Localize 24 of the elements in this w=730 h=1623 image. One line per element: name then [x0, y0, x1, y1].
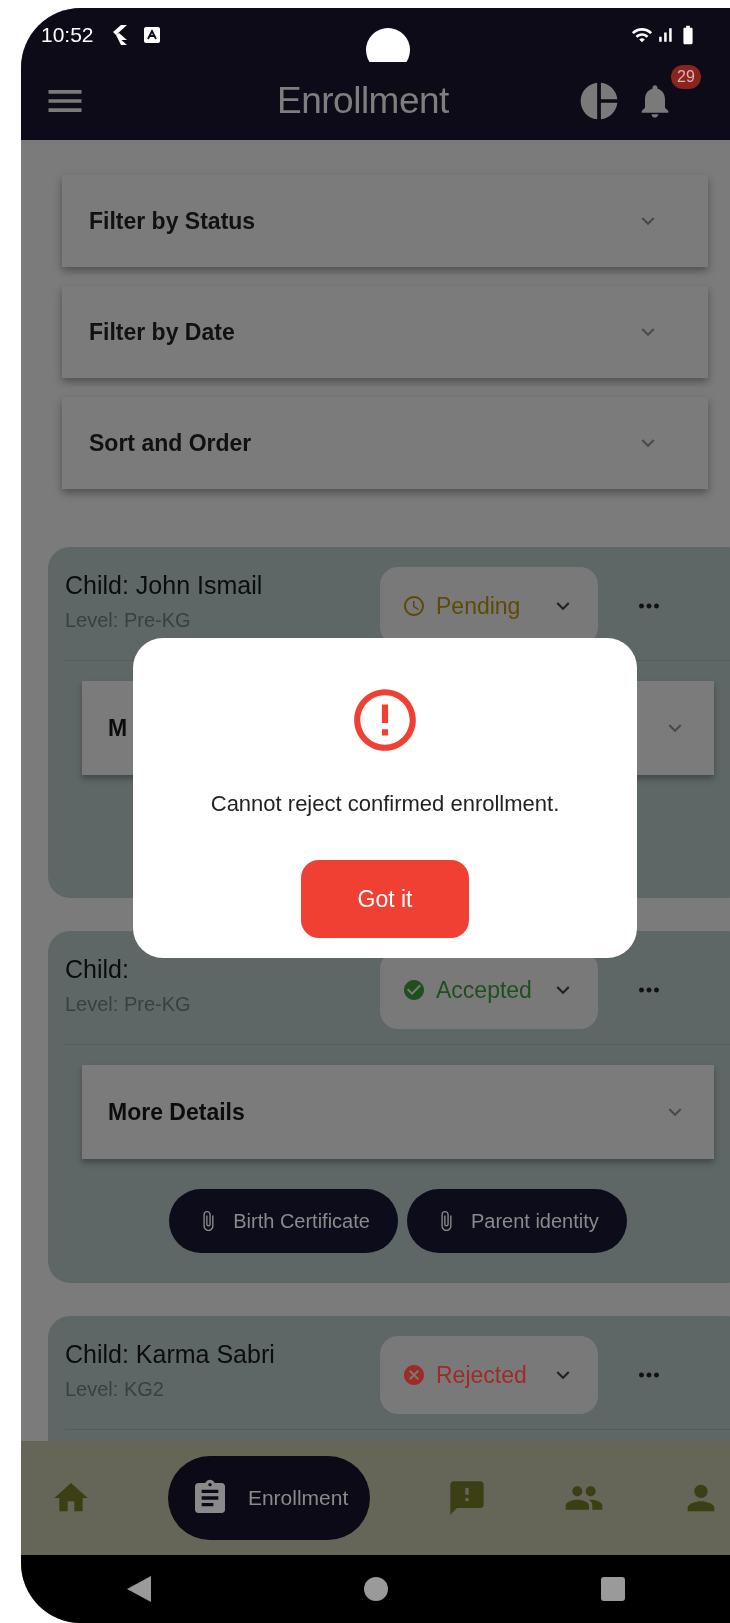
more-details-label: M	[108, 713, 128, 743]
app-bar-title: Enrollment	[277, 79, 449, 124]
child-name: Child: Karma Sabri	[65, 1339, 276, 1370]
filter-label: Filter by Status	[89, 206, 256, 236]
child-name: Child: John Ismail	[65, 570, 264, 601]
got-it-button[interactable]: Got it	[301, 860, 469, 938]
app-badge-icon	[143, 27, 160, 43]
notification-badge: 29	[671, 65, 701, 89]
document-button[interactable]: Parent identity	[406, 1189, 627, 1253]
clock-icon	[402, 594, 426, 618]
filter-dropdown[interactable]: Filter by Date	[62, 286, 708, 378]
filter-label: Filter by Date	[89, 317, 235, 347]
filter-dropdown[interactable]: Sort and Order	[62, 397, 708, 489]
document-button[interactable]: Birth Certificate	[169, 1189, 398, 1253]
more-details-panel[interactable]: More Details	[82, 1065, 714, 1159]
back-icon[interactable]	[127, 1576, 152, 1602]
recents-square-icon[interactable]	[600, 1577, 625, 1601]
status-time: 10:52	[41, 22, 94, 49]
nav-item[interactable]: Enrollment	[167, 1456, 371, 1540]
dialog-message: Cannot reject confirmed enrollment.	[210, 790, 560, 818]
filter-label: Sort and Order	[89, 428, 252, 458]
filter-dropdown[interactable]: Filter by Status	[62, 175, 708, 267]
child-name: Child:	[65, 954, 130, 985]
more-details-label: More Details	[108, 1097, 245, 1127]
